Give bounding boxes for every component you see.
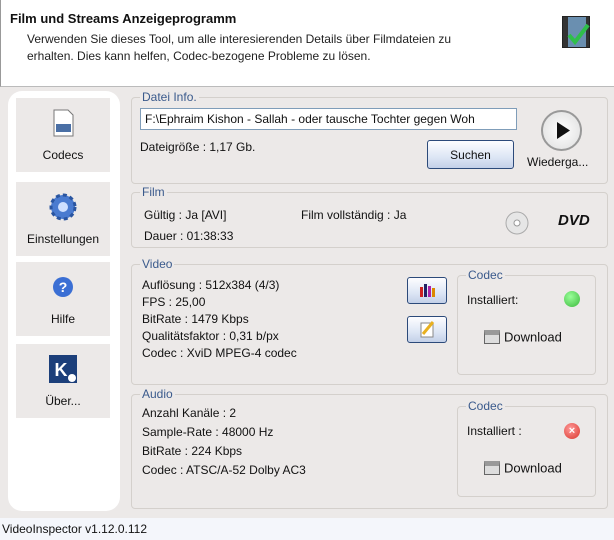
dvd-logo: DVD — [558, 212, 590, 229]
download-label: Download — [504, 460, 562, 476]
download-icon — [484, 329, 500, 344]
film-duration: Dauer : 01:38:33 — [144, 229, 234, 243]
group-title: Audio — [140, 387, 175, 401]
audio-codec: Codec : ATSC/A-52 Dolby AC3 — [142, 463, 306, 477]
video-codec: Codec : XviD MPEG-4 codec — [142, 346, 297, 360]
status-bar: VideoInspector v1.12.0.112 — [0, 518, 614, 540]
installed-check-icon — [564, 291, 580, 307]
file-size: Dateigröße : 1,17 Gb. — [140, 140, 256, 154]
sidebar-item-codecs[interactable]: Codecs — [16, 98, 110, 172]
audio-details: Anzahl Kanäle : 2 Sample-Rate : 48000 Hz… — [142, 404, 306, 480]
sidebar-item-label: Einstellungen — [26, 232, 100, 246]
file-path-input[interactable]: F:\Ephraim Kishon - Sallah - oder tausch… — [140, 108, 517, 130]
header: Film und Streams Anzeigeprogramm Verwend… — [0, 0, 614, 87]
gear-icon — [48, 192, 78, 222]
audio-channels: Anzahl Kanäle : 2 — [142, 406, 237, 420]
audio-codec-group: Codec — [457, 399, 596, 497]
play-icon — [557, 122, 570, 139]
svg-text:?: ? — [59, 279, 68, 295]
video-resolution: Auflösung : 512x384 (4/3) — [142, 278, 280, 292]
video-fps: FPS : 25,00 — [142, 295, 206, 309]
audio-installed-label: Installiert : — [467, 424, 522, 438]
film-complete: Film vollständig : Ja — [301, 208, 407, 222]
help-icon: ? — [48, 272, 78, 302]
audio-bitrate: BitRate : 224 Kbps — [142, 444, 243, 458]
group-title: Datei Info. — [140, 90, 199, 104]
cd-icon — [505, 211, 529, 238]
download-label: Download — [504, 329, 562, 345]
codec-file-icon — [48, 108, 78, 138]
notepad-pencil-icon — [420, 321, 435, 338]
bar-chart-icon — [420, 284, 435, 297]
not-installed-x-icon: × — [564, 423, 580, 439]
sidebar-item-label: Codecs — [42, 148, 84, 162]
sidebar-item-ueber[interactable]: K Über... — [16, 344, 110, 418]
search-button[interactable]: Suchen — [427, 140, 514, 169]
group-title: Codec — [466, 399, 505, 413]
audio-download-button[interactable]: Download — [484, 460, 562, 475]
stats-button[interactable] — [407, 277, 447, 304]
video-details: Auflösung : 512x384 (4/3) FPS : 25,00 Bi… — [142, 277, 297, 362]
app-title: Film und Streams Anzeigeprogramm — [10, 11, 237, 26]
video-codec-group: Codec — [457, 268, 596, 375]
play-button[interactable] — [541, 110, 582, 151]
audio-sample-rate: Sample-Rate : 48000 Hz — [142, 425, 274, 439]
description-line-2: erhalten. Dies kann helfen, Codec-bezoge… — [27, 49, 371, 63]
sidebar-item-einstellungen[interactable]: Einstellungen — [16, 182, 110, 256]
download-icon — [484, 460, 500, 475]
group-title: Codec — [466, 268, 505, 282]
video-bitrate: BitRate : 1479 Kbps — [142, 312, 249, 326]
film-check-icon — [562, 16, 590, 48]
sidebar: Codecs Einstellungen ? Hilfe K Über... — [8, 91, 120, 511]
sidebar-item-label: Über... — [45, 394, 81, 408]
video-installed-label: Installiert: — [467, 293, 519, 307]
sidebar-item-label: Hilfe — [50, 312, 75, 326]
edit-button[interactable] — [407, 316, 447, 343]
svg-text:K: K — [55, 360, 68, 380]
video-quality: Qualitätsfaktor : 0,31 b/px — [142, 329, 279, 343]
about-logo-icon: K — [48, 354, 78, 384]
sidebar-item-hilfe[interactable]: ? Hilfe — [16, 262, 110, 336]
group-title: Film — [140, 185, 167, 199]
film-valid: Gültig : Ja [AVI] — [144, 208, 227, 222]
group-title: Video — [140, 257, 175, 271]
video-download-button[interactable]: Download — [484, 329, 562, 344]
play-label[interactable]: Wiederga... — [527, 155, 588, 169]
description-line-1: Verwenden Sie dieses Tool, um alle inter… — [27, 32, 452, 46]
